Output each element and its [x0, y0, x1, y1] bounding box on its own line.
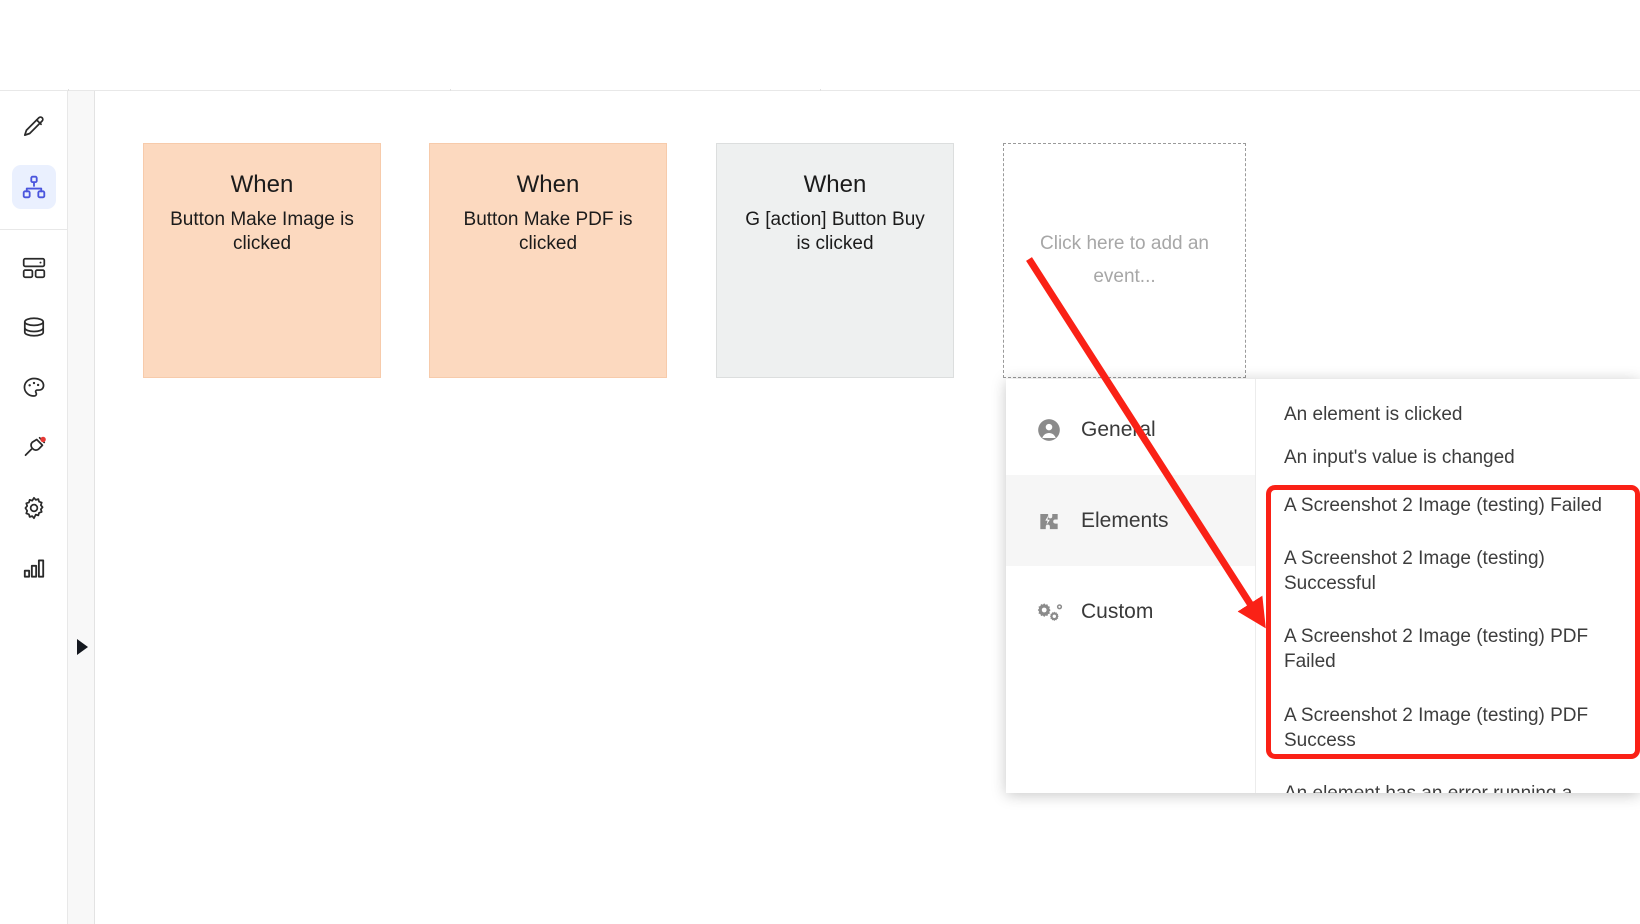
- top-bar: [0, 0, 1640, 91]
- sidebar-item-styles[interactable]: [12, 366, 56, 410]
- dropdown-category-general[interactable]: General: [1006, 384, 1255, 475]
- dropdown-category-label: Custom: [1081, 600, 1153, 624]
- sidebar-item-logs[interactable]: [12, 546, 56, 590]
- collapsed-panel-strip: [68, 91, 95, 924]
- sidebar-rail: [0, 91, 68, 924]
- sidebar-divider: [0, 229, 68, 230]
- sidebar-item-plugins[interactable]: [12, 426, 56, 470]
- puzzle-plugin-icon: [1034, 508, 1064, 534]
- event-type-dropdown: General Elements: [1006, 379, 1640, 793]
- data-layout-icon: [21, 255, 47, 281]
- dropdown-item[interactable]: A Screenshot 2 Image (testing) PDF Succe…: [1256, 689, 1640, 767]
- workflow-icon: [21, 174, 47, 200]
- workflow-event-card[interactable]: When Button Make Image is clicked: [143, 143, 381, 378]
- gears-icon: [1034, 599, 1064, 625]
- sidebar-item-design[interactable]: [12, 105, 56, 149]
- dropdown-category-list: General Elements: [1006, 379, 1256, 793]
- dropdown-category-label: Elements: [1081, 509, 1169, 533]
- user-circle-icon: [1034, 417, 1064, 443]
- event-card-description: Button Make Image is clicked: [164, 208, 360, 257]
- dropdown-category-custom[interactable]: Custom: [1006, 566, 1255, 657]
- event-card-when: When: [737, 172, 933, 199]
- bar-chart-icon: [21, 555, 47, 581]
- dropdown-item[interactable]: An element is clicked: [1256, 393, 1640, 436]
- dropdown-item[interactable]: An input's value is changed: [1256, 436, 1640, 479]
- add-event-placeholder[interactable]: Click here to add an event...: [1003, 143, 1246, 378]
- sidebar-item-data[interactable]: [12, 306, 56, 350]
- event-card-description: G [action] Button Buy is clicked: [737, 208, 933, 257]
- dropdown-category-label: General: [1081, 418, 1156, 442]
- gear-icon: [21, 495, 47, 521]
- event-card-description: Button Make PDF is clicked: [450, 208, 646, 257]
- dropdown-item-list: An element is clicked An input's value i…: [1256, 379, 1640, 793]
- database-icon: [21, 315, 47, 341]
- add-event-label: Click here to add an event...: [1030, 228, 1220, 293]
- dropdown-item[interactable]: An element has an error running a workfl…: [1256, 767, 1640, 793]
- workflow-event-card[interactable]: When Button Make PDF is clicked: [429, 143, 667, 378]
- dropdown-category-elements[interactable]: Elements: [1006, 475, 1255, 566]
- event-card-when: When: [450, 172, 646, 199]
- pencil-icon: [21, 114, 47, 140]
- workflow-event-card[interactable]: When G [action] Button Buy is clicked: [716, 143, 954, 378]
- sidebar-item-workflow[interactable]: [12, 165, 56, 209]
- dropdown-item[interactable]: A Screenshot 2 Image (testing) Failed: [1256, 479, 1640, 532]
- sidebar-item-settings[interactable]: [12, 486, 56, 530]
- dropdown-item[interactable]: A Screenshot 2 Image (testing) Successfu…: [1256, 532, 1640, 610]
- sidebar-item-data-layout[interactable]: [12, 246, 56, 290]
- expand-panel-triangle-icon[interactable]: [77, 639, 88, 655]
- dropdown-item[interactable]: A Screenshot 2 Image (testing) PDF Faile…: [1256, 610, 1640, 688]
- app-root: When Button Make Image is clicked When B…: [0, 0, 1640, 924]
- event-card-when: When: [164, 172, 360, 199]
- palette-icon: [21, 375, 47, 401]
- plug-icon: [21, 435, 47, 461]
